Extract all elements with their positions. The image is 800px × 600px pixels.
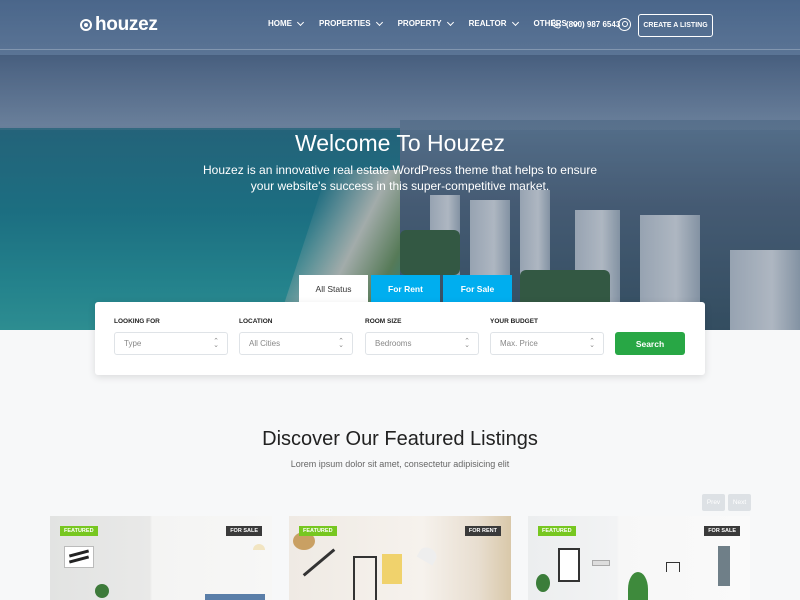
menu-item-label: Property [397, 19, 442, 28]
status-badge: For Sale [704, 526, 740, 536]
plant [628, 572, 648, 600]
field-label: Looking For [114, 318, 160, 325]
listing-card[interactable]: Featured For Sale [528, 516, 750, 600]
menu-item-property[interactable]: Property [397, 18, 454, 28]
menu-item-label: Realtor [468, 19, 507, 28]
featured-subtitle: Lorem ipsum dolor sit amet, consectetur … [290, 459, 510, 469]
pendant-lamp [666, 562, 680, 572]
menu-item-home[interactable]: Home [268, 18, 305, 28]
phone-icon [551, 19, 561, 29]
tab-for-rent[interactable]: For Rent [371, 275, 440, 302]
hero-subtitle: Houzez is an innovative real estate Word… [203, 163, 597, 193]
featured-title: Discover Our Featured Listings [262, 428, 538, 450]
field-label: Your Budget [490, 318, 539, 325]
city-select[interactable]: All Cities [239, 332, 353, 355]
create-listing-button[interactable]: Create a Listing [638, 14, 713, 37]
location-field: Location All Cities [239, 318, 353, 355]
featured-badge: Featured [60, 526, 98, 536]
field-label: Location [239, 318, 273, 325]
hero-title: Welcome To Houzez [294, 130, 506, 156]
featured-badge: Featured [299, 526, 337, 536]
prev-button[interactable]: Prev [702, 494, 725, 511]
phone-number: (800) 987 6543 [566, 19, 621, 29]
chevron-down-icon [296, 18, 305, 26]
framed-picture [64, 546, 94, 568]
status-badge: For Sale [226, 526, 262, 536]
ladder [302, 548, 336, 577]
logo-pin-icon [80, 19, 92, 31]
next-button[interactable]: Next [728, 494, 751, 511]
cabinet [718, 546, 730, 586]
type-select[interactable]: Type [114, 332, 228, 355]
user-account-icon[interactable] [618, 18, 631, 31]
status-tabs: All Status For Rent For Sale [299, 275, 515, 302]
menu-item-properties[interactable]: Properties [319, 18, 383, 28]
framed-picture [558, 548, 580, 582]
brand-name: houzez [95, 14, 158, 35]
tab-for-sale[interactable]: For Sale [443, 275, 512, 302]
field-label: Room Size [365, 318, 402, 325]
wall-art [382, 554, 402, 584]
plant [95, 584, 109, 598]
main-menu: Home Properties Property Realtor Others [268, 18, 594, 28]
menu-item-label: Properties [319, 19, 371, 28]
chevron-down-icon [446, 18, 454, 26]
featured-badge: Featured [538, 526, 576, 536]
menu-item-label: Home [268, 19, 292, 28]
plant [536, 574, 550, 592]
phone-link[interactable]: (800) 987 6543 [551, 19, 620, 29]
carousel-pager: Prev Next [699, 494, 751, 511]
search-panel: Looking For Type Location All Cities Roo… [95, 302, 705, 375]
status-badge: For Rent [464, 526, 501, 536]
chevron-down-icon [511, 18, 519, 26]
lamp [416, 544, 440, 566]
sign [592, 560, 610, 566]
listing-card[interactable]: Featured For Rent [289, 516, 511, 600]
menu-item-realtor[interactable]: Realtor [468, 18, 519, 28]
looking-for-field: Looking For Type [114, 318, 228, 355]
chevron-down-icon [375, 18, 383, 26]
max-price-select[interactable]: Max. Price [490, 332, 604, 355]
tab-all-status[interactable]: All Status [299, 275, 368, 302]
listing-card[interactable]: Featured For Sale [50, 516, 272, 600]
bedrooms-select[interactable]: Bedrooms [365, 332, 479, 355]
search-button[interactable]: Search [615, 332, 685, 355]
lamp [253, 544, 265, 550]
brand-logo[interactable]: houzez [80, 14, 158, 36]
shelf [353, 556, 377, 600]
room-size-field: Room Size Bedrooms [365, 318, 479, 355]
sofa [205, 594, 265, 600]
top-navigation: houzez Home Properties Property Realtor … [0, 0, 800, 50]
budget-field: Your Budget Max. Price [490, 318, 604, 355]
